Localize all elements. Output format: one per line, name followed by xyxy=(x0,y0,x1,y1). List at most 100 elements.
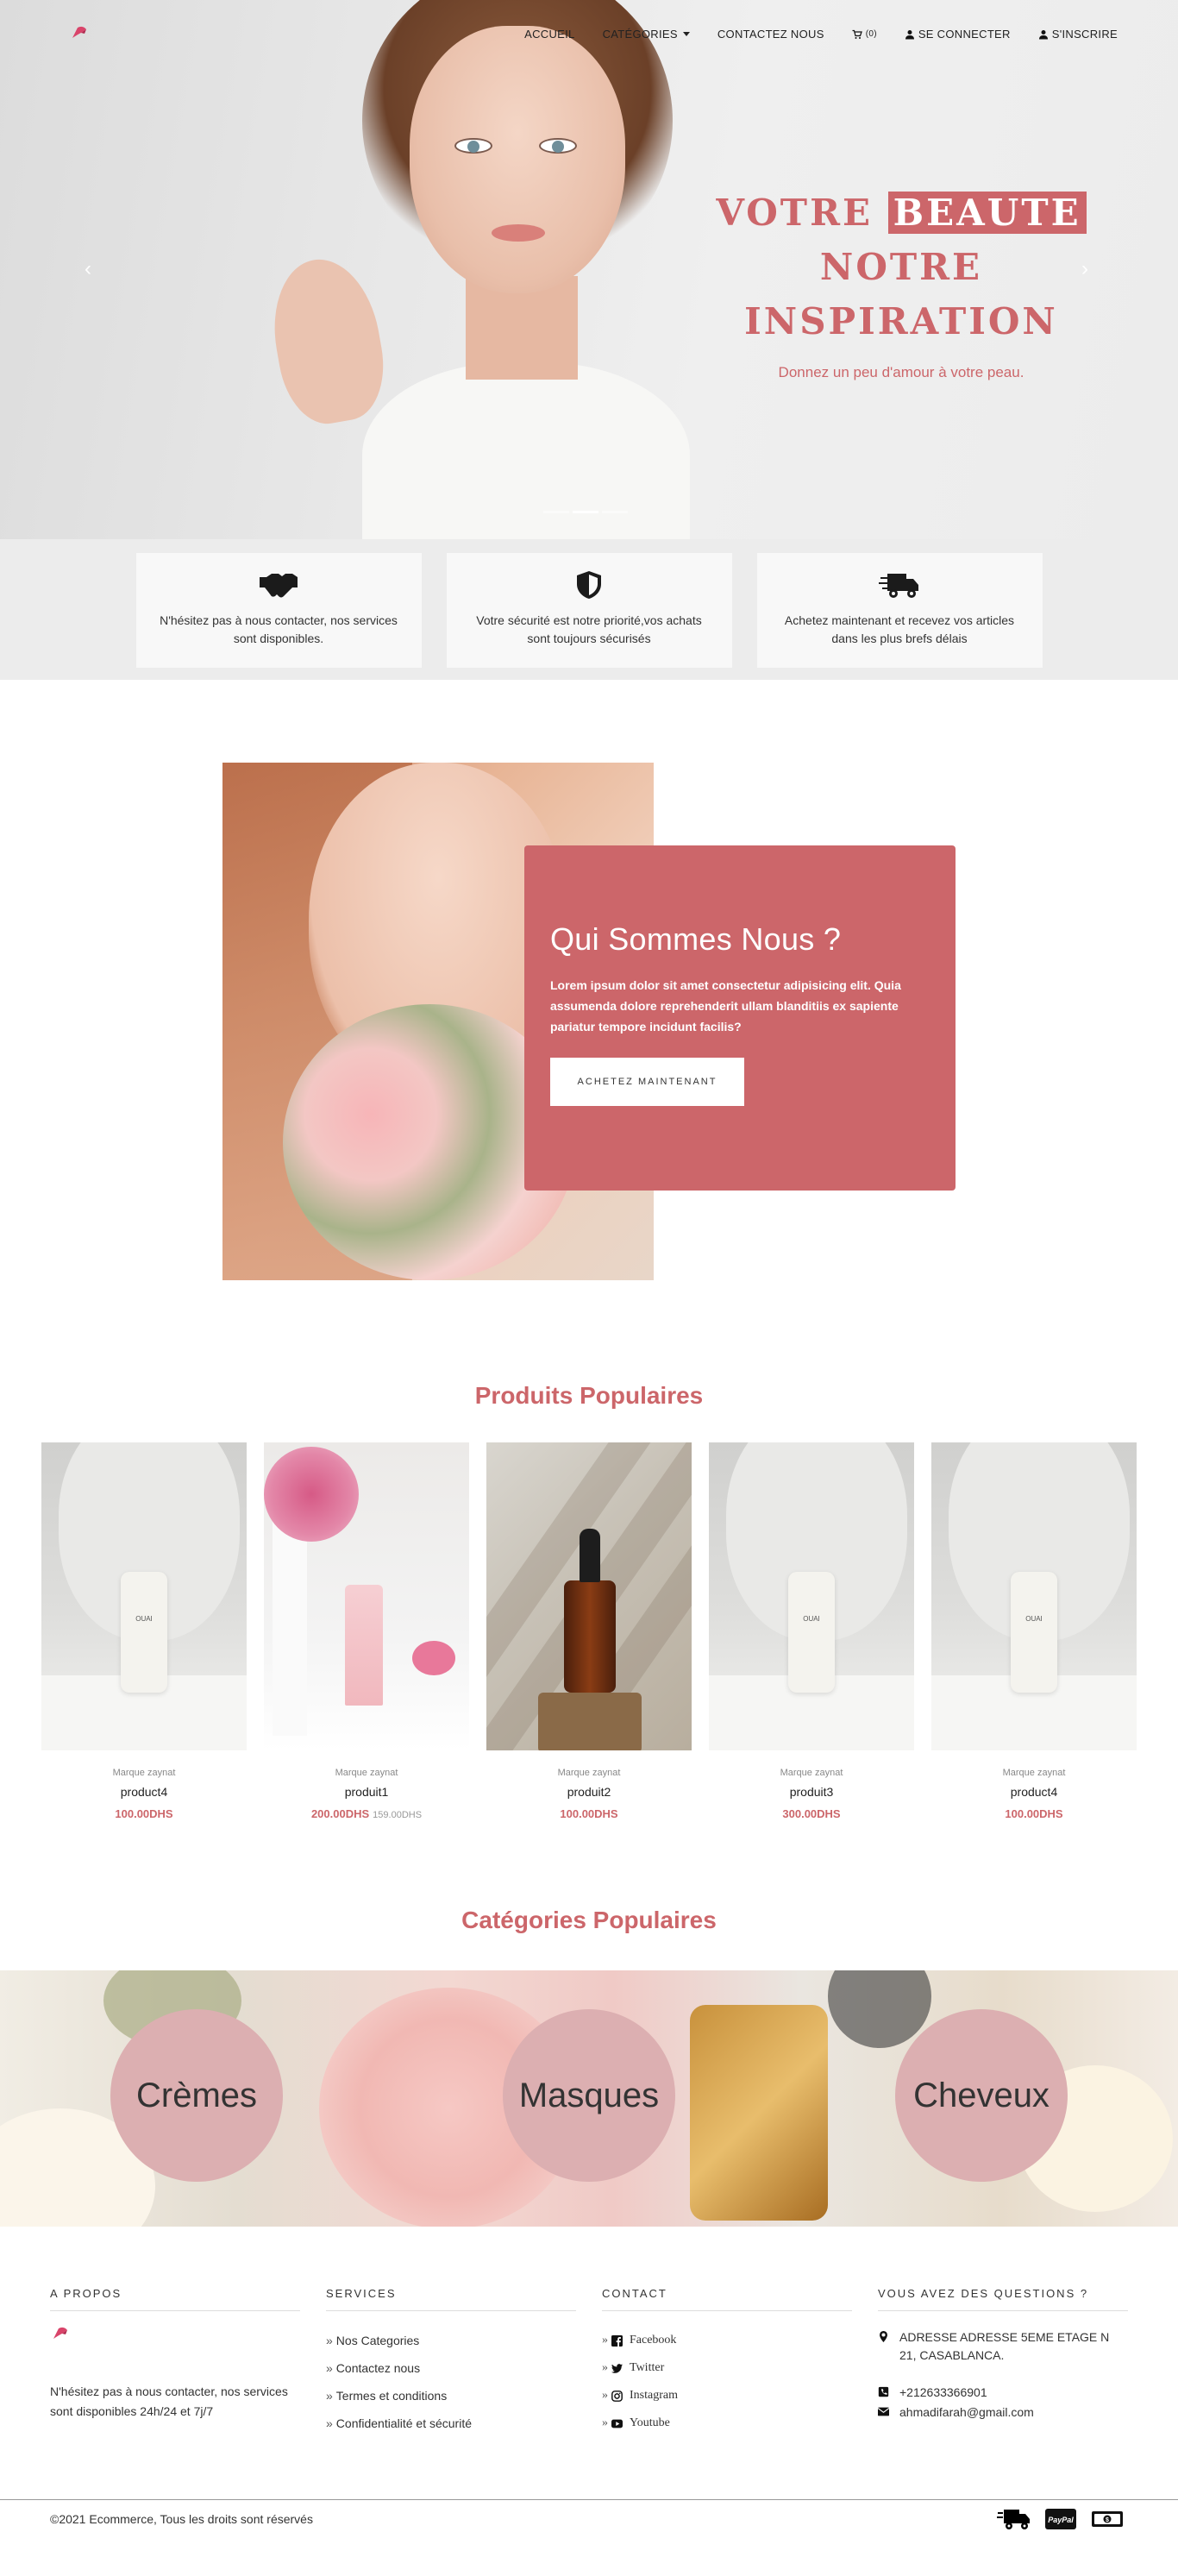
phone-icon xyxy=(878,2386,889,2397)
buy-now-button[interactable]: ACHETEZ MAINTENANT xyxy=(550,1058,744,1106)
product-name[interactable]: produit2 xyxy=(486,1785,692,1799)
carousel-indicator[interactable] xyxy=(602,511,628,513)
product-card[interactable]: OUAI Marque zaynat product4 100.00DHS xyxy=(41,1442,247,1820)
nav-contact-link[interactable]: CONTACTEZ NOUS xyxy=(717,28,824,41)
contact-address: ADRESSE ADRESSE 5EME ETAGE N 21, CASABLA… xyxy=(878,2328,1128,2365)
categories-section-title: Catégories Populaires xyxy=(461,1907,717,1933)
product-name[interactable]: produit3 xyxy=(709,1785,914,1799)
footer-bottom-bar: ©2021 Ecommerce, Tous les droits sont ré… xyxy=(0,2499,1178,2541)
product-grid: OUAI Marque zaynat product4 100.00DHS Ma… xyxy=(0,1442,1178,1820)
popular-categories-section: Catégories Populaires Crèmes Masques Che… xyxy=(0,1820,1178,2227)
footer-link-privacy[interactable]: » Confidentialité et sécurité xyxy=(326,2410,576,2437)
cart-icon xyxy=(852,29,862,39)
brand-logo[interactable] xyxy=(69,26,90,40)
footer-questions-column: VOUS AVEZ DES QUESTIONS ? ADRESSE ADRESS… xyxy=(878,2287,1128,2437)
svg-text:$: $ xyxy=(1106,2517,1109,2523)
carousel-indicator[interactable] xyxy=(543,511,569,513)
product-price: 100.00DHS xyxy=(1005,1807,1063,1820)
nav-home-link[interactable]: ACCUEIL xyxy=(524,28,574,41)
product-old-price: 159.00DHS xyxy=(373,1810,423,1820)
product-brand: Marque zaynat xyxy=(335,1768,398,1778)
product-name[interactable]: produit1 xyxy=(264,1785,469,1799)
product-brand: Marque zaynat xyxy=(557,1768,621,1778)
hero-subtitle: Donnez un peu d'amour à votre peau. xyxy=(778,364,1024,380)
product-name[interactable]: product4 xyxy=(41,1785,247,1799)
footer-about-column: A PROPOS N'hésitez pas à nous contacter,… xyxy=(50,2287,300,2437)
nav-categories-dropdown[interactable]: CATÉGORIES xyxy=(603,28,690,41)
category-cheveux[interactable]: Cheveux xyxy=(895,2009,1068,2182)
product-name[interactable]: product4 xyxy=(931,1785,1137,1799)
categories-banner: Crèmes Masques Cheveux xyxy=(0,1970,1178,2227)
delivery-truck-icon xyxy=(997,2510,1030,2529)
cash-icon: $ xyxy=(1092,2511,1123,2527)
navbar: ACCUEIL CATÉGORIES CONTACTEZ NOUS (0) SE… xyxy=(0,0,1178,69)
user-icon xyxy=(905,29,914,39)
svg-text:PayPal: PayPal xyxy=(1048,2516,1074,2524)
carousel-prev-arrow-icon[interactable]: ‹ xyxy=(78,259,98,280)
footer-heading: A PROPOS xyxy=(50,2287,300,2311)
product-image[interactable]: OUAI xyxy=(41,1442,247,1750)
nav-cart-link[interactable]: (0) xyxy=(852,29,877,40)
footer-link-terms[interactable]: » Termes et conditions xyxy=(326,2382,576,2410)
footer-link-twitter[interactable]: » Twitter xyxy=(602,2354,852,2382)
cart-count: (0) xyxy=(865,29,877,39)
footer-link-facebook[interactable]: » Facebook xyxy=(602,2327,852,2354)
footer-brand-logo[interactable] xyxy=(50,2327,71,2340)
product-brand: Marque zaynat xyxy=(1002,1768,1066,1778)
footer-link-youtube[interactable]: » Youtube xyxy=(602,2410,852,2437)
product-image[interactable]: OUAI xyxy=(931,1442,1137,1750)
product-card[interactable]: Marque zaynat produit2 100.00DHS xyxy=(486,1442,692,1820)
product-image[interactable] xyxy=(264,1442,469,1750)
payment-icons: PayPal $ xyxy=(997,2507,1125,2531)
facebook-icon xyxy=(611,2334,623,2347)
product-brand: Marque zaynat xyxy=(112,1768,176,1778)
product-image[interactable]: OUAI xyxy=(709,1442,914,1750)
carousel-indicators xyxy=(543,511,628,513)
copyright-text: ©2021 Ecommerce, Tous les droits sont ré… xyxy=(50,2512,313,2526)
product-image[interactable] xyxy=(486,1442,692,1750)
truck-icon xyxy=(879,570,920,600)
features-strip: N'hésitez pas à nous contacter, nos serv… xyxy=(0,539,1178,680)
carousel-indicator[interactable] xyxy=(573,511,598,513)
product-card[interactable]: OUAI Marque zaynat product4 100.00DHS xyxy=(931,1442,1137,1820)
contact-email[interactable]: ahmadifarah@gmail.com xyxy=(878,2403,1128,2422)
feature-card: N'hésitez pas à nous contacter, nos serv… xyxy=(135,553,422,668)
footer-heading: SERVICES xyxy=(326,2287,576,2311)
footer-services-column: SERVICES » Nos Categories » Contactez nous… xyxy=(326,2287,576,2437)
contact-phone[interactable]: +212633366901 xyxy=(878,2384,1128,2402)
instagram-icon xyxy=(611,2390,623,2402)
hero-carousel: ACCUEIL CATÉGORIES CONTACTEZ NOUS (0) SE… xyxy=(0,0,1178,539)
footer: A PROPOS N'hésitez pas à nous contacter,… xyxy=(0,2227,1178,2541)
nav-register-link[interactable]: S'INSCRIRE xyxy=(1038,28,1118,41)
footer-heading: VOUS AVEZ DES QUESTIONS ? xyxy=(878,2287,1128,2311)
product-card[interactable]: OUAI Marque zaynat produit3 300.00DHS xyxy=(709,1442,914,1820)
hero-caption: VOTRE BEAUTE NOTRE INSPIRATION Donnez un… xyxy=(690,185,1112,381)
product-brand: Marque zaynat xyxy=(780,1768,843,1778)
footer-link-instagram[interactable]: » Instagram xyxy=(602,2382,852,2410)
category-masques[interactable]: Masques xyxy=(503,2009,675,2182)
user-icon xyxy=(1038,29,1048,39)
shield-icon xyxy=(568,570,610,600)
footer-about-text: N'hésitez pas à nous contacter, nos serv… xyxy=(50,2384,288,2418)
footer-link-categories[interactable]: » Nos Categories xyxy=(326,2327,576,2354)
youtube-icon xyxy=(611,2419,623,2428)
product-card[interactable]: Marque zaynat produit1 200.00DHS 159.00DH… xyxy=(264,1442,469,1820)
nav-login-link[interactable]: SE CONNECTER xyxy=(905,28,1011,41)
footer-contact-column: CONTACT » Facebook » Twitter » Instagram… xyxy=(602,2287,852,2437)
about-section: Qui Sommes Nous ? Lorem ipsum dolor sit … xyxy=(0,680,1178,1370)
paypal-icon: PayPal xyxy=(1045,2509,1076,2529)
products-section-title: Produits Populaires xyxy=(474,1382,704,1409)
footer-link-contact[interactable]: » Contactez nous xyxy=(326,2354,576,2382)
about-title: Qui Sommes Nous ? xyxy=(550,921,842,957)
product-price: 200.00DHS 159.00DHS xyxy=(310,1807,423,1820)
popular-products-section: Produits Populaires OUAI Marque zaynat p… xyxy=(0,1370,1178,1820)
feature-card: Achetez maintenant et recevez vos articl… xyxy=(756,553,1043,668)
hero-title: VOTRE BEAUTE NOTRE INSPIRATION xyxy=(690,185,1112,349)
category-cremes[interactable]: Crèmes xyxy=(110,2009,283,2182)
envelope-icon xyxy=(878,2407,889,2416)
caret-down-icon xyxy=(682,32,690,36)
twitter-icon xyxy=(611,2363,623,2373)
footer-heading: CONTACT xyxy=(602,2287,852,2311)
product-price: 300.00DHS xyxy=(782,1807,841,1820)
about-text: Lorem ipsum dolor sit amet consectetur a… xyxy=(550,978,901,1034)
